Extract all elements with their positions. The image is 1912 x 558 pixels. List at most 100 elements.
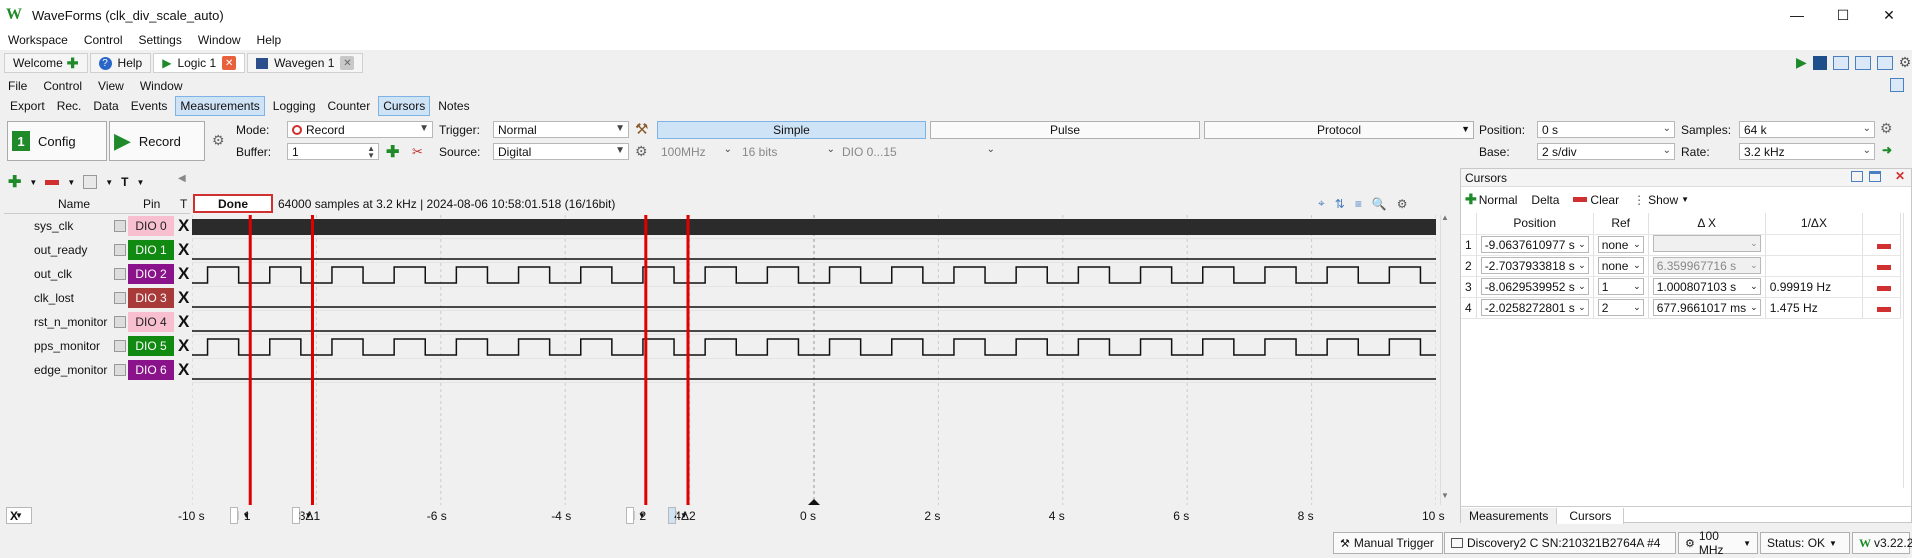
menu-window[interactable]: Window (190, 33, 249, 47)
view-rec[interactable]: Rec. (53, 97, 86, 115)
trigger-x-icon[interactable]: X (178, 360, 189, 380)
layout-3-icon[interactable] (1876, 55, 1893, 70)
cursor-delta-x[interactable]: 6.359967716 s ⌄ (1648, 255, 1766, 277)
record-button[interactable]: ▶ Record (109, 121, 205, 161)
view-measurements[interactable]: Measurements (175, 96, 265, 116)
cursor-position[interactable]: -2.0258272801 s ⌄ (1476, 297, 1594, 319)
cursor-tool-icon[interactable]: ⌖ (1318, 196, 1325, 211)
menu-help[interactable]: Help (249, 33, 290, 47)
channel-edit-icon[interactable] (114, 244, 126, 256)
trigger-x-icon[interactable]: X (178, 312, 189, 332)
source-select[interactable]: Digital ▼ (493, 143, 629, 160)
channel-edit-icon[interactable] (114, 364, 126, 376)
stop-all-icon[interactable] (1812, 55, 1827, 70)
channel-edit-icon[interactable] (114, 220, 126, 232)
cursor-delta-x[interactable]: 677.9661017 ms ⌄ (1648, 297, 1766, 319)
trigger-x-icon[interactable]: X (178, 336, 189, 356)
cursor-row[interactable]: 4 -2.0258272801 s ⌄ 2 ⌄ 677.9661017 ms ⌄ 1.475 … (1461, 297, 1901, 319)
cursor-axis-box[interactable]: 1 ▼ (230, 507, 251, 524)
close-tab-icon[interactable]: ✕ (340, 56, 355, 70)
samples-gear-icon[interactable]: ⚙ (1880, 120, 1893, 137)
view-logging[interactable]: Logging (269, 97, 320, 115)
remove-channel-icon[interactable] (45, 179, 60, 185)
source-gear-icon[interactable]: ⚙ (635, 143, 648, 160)
channel-edit-icon[interactable] (114, 340, 126, 352)
cursor-axis-box[interactable]: 4Δ2 ▼ (667, 507, 696, 524)
tab-help[interactable]: ? Help (89, 53, 152, 73)
menu-view[interactable]: View (90, 79, 132, 93)
settings-gear-icon[interactable]: ⚙ (212, 132, 225, 149)
menu-file[interactable]: File (0, 79, 35, 93)
plot-gear-icon[interactable]: ⚙ (1397, 197, 1408, 211)
cursor-ref[interactable]: none ⌄ (1593, 255, 1649, 277)
tab-measurements-panel[interactable]: Measurements (1461, 507, 1558, 524)
cursor-delta-x[interactable]: ⌄ (1648, 234, 1766, 256)
add-buffer-icon[interactable]: ✚ (386, 142, 399, 162)
menu-control[interactable]: Control (76, 33, 131, 47)
view-notes[interactable]: Notes (434, 97, 473, 115)
waveform-plot[interactable] (192, 215, 1436, 505)
gear-icon[interactable]: ⚙ (1899, 54, 1912, 71)
panel-close-icon[interactable]: ✕ (1895, 169, 1905, 183)
channel-row[interactable]: rst_n_monitor DIO 4X (4, 310, 190, 334)
cursor-position[interactable]: -2.7037933818 s ⌄ (1476, 255, 1594, 277)
base-select[interactable]: 2 s/div ⌄ (1537, 143, 1675, 160)
rate-select[interactable]: 3.2 kHz ⌄ (1739, 143, 1875, 160)
status-select[interactable]: Status: OK ▼ (1760, 532, 1850, 554)
tab-cursors-panel[interactable]: Cursors (1557, 507, 1625, 524)
cursor-ref[interactable]: 2 ⌄ (1593, 297, 1649, 319)
trigger-x-icon[interactable]: X (178, 216, 189, 236)
channel-pin[interactable]: DIO 6 (128, 360, 174, 380)
close-window-button[interactable]: ✕ (1866, 0, 1912, 30)
channel-pin[interactable]: DIO 3 (128, 288, 174, 308)
cursor-ref[interactable]: none ⌄ (1593, 234, 1649, 256)
tab-protocol[interactable]: Protocol ▼ (1204, 121, 1474, 139)
cursor-axis-box[interactable]: 3Δ1 ▼ (292, 507, 320, 524)
remove-cursor-icon[interactable] (1862, 255, 1901, 277)
clear-cursors-button[interactable]: Clear (1573, 193, 1619, 207)
manual-trigger-button[interactable]: ⚒ Manual Trigger (1333, 532, 1443, 554)
position-select[interactable]: 0 s ⌄ (1537, 121, 1675, 138)
tab-wavegen-1[interactable]: Wavegen 1 ✕ (247, 53, 364, 73)
cursor-delta-x[interactable]: 1.000807103 s ⌄ (1648, 276, 1766, 298)
channel-row[interactable]: pps_monitor DIO 5X (4, 334, 190, 358)
tab-pulse[interactable]: Pulse (930, 121, 1200, 139)
close-tab-icon[interactable]: ✕ (222, 56, 237, 70)
collapse-left-icon[interactable]: ◀ (178, 173, 186, 184)
channel-row[interactable]: edge_monitor DIO 6X (4, 358, 190, 382)
tab-simple[interactable]: Simple (657, 121, 926, 139)
channel-pin[interactable]: DIO 5 (128, 336, 174, 356)
run-all-icon[interactable]: ▶ (1796, 54, 1807, 71)
maximize-button[interactable]: ☐ (1820, 0, 1866, 30)
version-button[interactable]: Wv3.22.2 (1852, 532, 1912, 554)
trigger-select[interactable]: Normal ▼ (493, 121, 629, 138)
channel-row[interactable]: clk_lost DIO 3X (4, 286, 190, 310)
add-channel-icon[interactable]: ✚ (8, 172, 21, 192)
align-icon[interactable]: ≡ (1355, 197, 1362, 211)
panel-maximize-icon[interactable] (1869, 171, 1881, 182)
channel-pin[interactable]: DIO 0 (128, 216, 174, 236)
minimize-button[interactable]: — (1774, 0, 1820, 30)
scroll-up-icon[interactable]: ▲ (1441, 213, 1449, 222)
clock-select[interactable]: ⚙ 100 MHz ▼ (1678, 529, 1758, 557)
remove-cursor-icon[interactable] (1862, 297, 1901, 319)
config-button[interactable]: 1 Config (7, 121, 107, 161)
scroll-down-icon[interactable]: ▼ (1441, 491, 1449, 500)
menu-workspace[interactable]: Workspace (0, 33, 76, 47)
cursor-row[interactable]: 2 -2.7037933818 s ⌄ none ⌄ 6.359967716 s ⌄ (1461, 255, 1901, 277)
cursor-axis-box[interactable]: 2 ▼ (625, 507, 646, 524)
channel-edit-icon[interactable] (114, 316, 126, 328)
remove-cursor-icon[interactable] (1862, 234, 1901, 256)
channel-edit-icon[interactable] (114, 292, 126, 304)
view-cursors[interactable]: Cursors (378, 96, 431, 116)
channel-pin[interactable]: DIO 2 (128, 264, 174, 284)
view-data[interactable]: Data (89, 97, 122, 115)
arrow-right-icon[interactable]: ➜ (1882, 143, 1892, 157)
add-normal-cursor-button[interactable]: ✚ Normal (1465, 191, 1517, 208)
channel-row[interactable]: out_ready DIO 1X (4, 238, 190, 262)
channel-pin[interactable]: DIO 1 (128, 240, 174, 260)
menu-control-inst[interactable]: Control (35, 79, 90, 93)
x-axis-selector[interactable]: X ▼ (6, 507, 32, 524)
channel-pin[interactable]: DIO 4 (128, 312, 174, 332)
channel-settings-icon[interactable] (83, 175, 98, 189)
